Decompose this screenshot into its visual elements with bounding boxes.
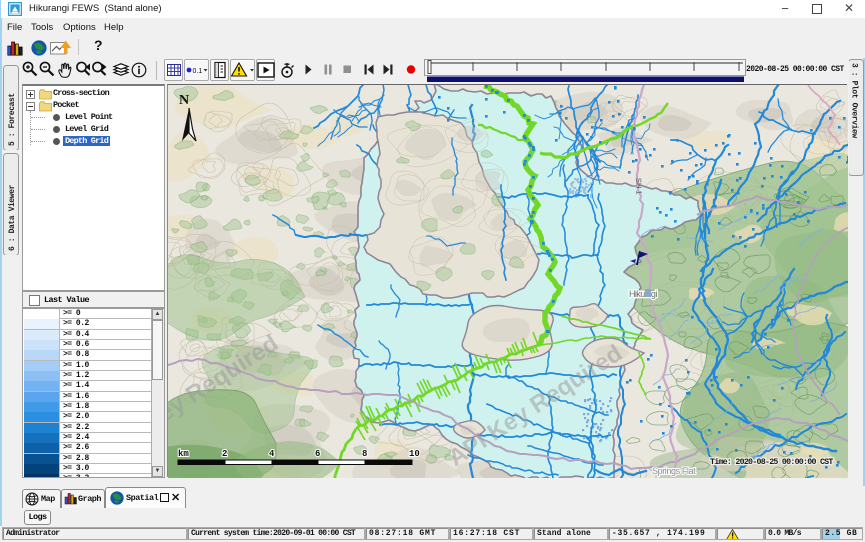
svg-text:6 : Data Viewer: 6 : Data Viewer <box>8 184 17 251</box>
svg-text:Springs Flat: Springs Flat <box>652 466 696 476</box>
svg-text:3 : Plot Overview: 3 : Plot Overview <box>850 63 859 138</box>
svg-text:0.1: 0.1 <box>193 68 203 75</box>
svg-text:SH 1: SH 1 <box>634 178 644 195</box>
svg-text:8: 8 <box>362 449 367 459</box>
svg-text:2: 2 <box>222 449 227 459</box>
svg-text:N: N <box>179 93 189 108</box>
svg-text:km: km <box>178 449 189 459</box>
svg-text:10: 10 <box>409 449 420 459</box>
svg-text:Time: 2020-08-25 00:00:00 CST: Time: 2020-08-25 00:00:00 CST <box>710 457 833 467</box>
svg-text:4: 4 <box>269 449 275 459</box>
svg-text:5 : Forecast: 5 : Forecast <box>8 93 17 146</box>
svg-text:6: 6 <box>315 449 320 459</box>
svg-text:Hiku ngi: Hiku ngi <box>629 289 657 299</box>
